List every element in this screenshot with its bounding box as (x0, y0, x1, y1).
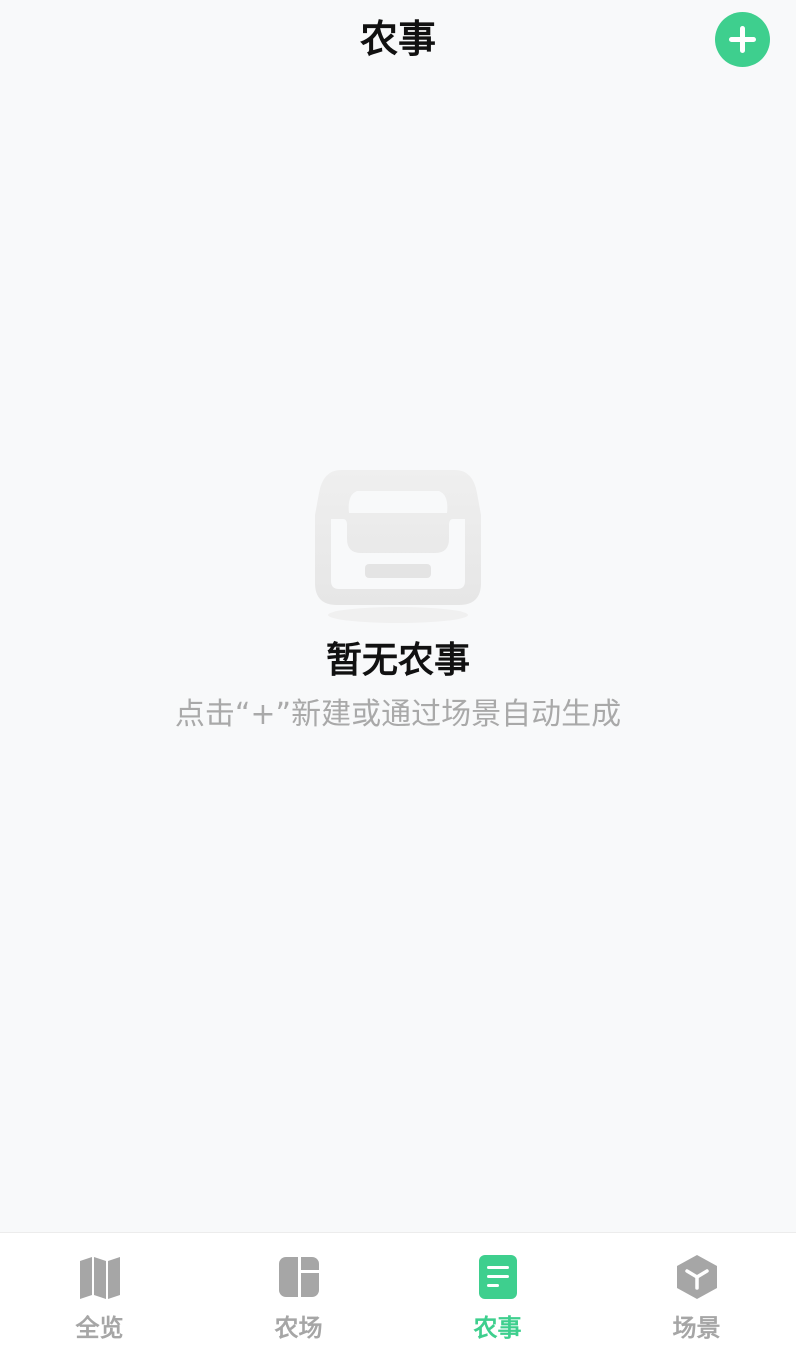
cube-icon (676, 1255, 717, 1299)
empty-hint: 点击“+”新建或通过场景自动生成 (174, 697, 622, 732)
document-icon (478, 1255, 517, 1299)
app-root: 农事 暂无农事 点击“+”新建或通过场景自动生成 全览 农场 农事 场景 (0, 0, 796, 1353)
tab-label: 全览 (75, 1314, 124, 1342)
page-title: 农事 (359, 17, 436, 61)
tab-farm[interactable]: 农场 (199, 1233, 398, 1353)
tab-label: 场景 (672, 1314, 721, 1342)
add-button[interactable] (715, 12, 770, 67)
tab-farm-work[interactable]: 农事 (398, 1233, 597, 1353)
plus-icon (729, 26, 756, 53)
empty-title: 暂无农事 (325, 640, 470, 681)
tab-label: 农场 (274, 1314, 323, 1342)
tab-label: 农事 (473, 1314, 522, 1342)
tab-overview[interactable]: 全览 (0, 1233, 199, 1353)
tab-scene[interactable]: 场景 (597, 1233, 796, 1353)
header: 农事 (0, 0, 796, 80)
map-icon (79, 1257, 120, 1299)
inbox-tray-icon (315, 470, 481, 623)
layout-panel-icon (278, 1257, 319, 1297)
bottom-tab-bar: 全览 农场 农事 场景 (0, 1232, 796, 1353)
empty-state: 暂无农事 点击“+”新建或通过场景自动生成 (0, 465, 796, 735)
